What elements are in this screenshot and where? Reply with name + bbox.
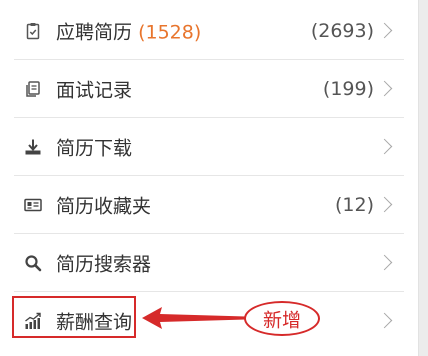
menu-item-label: 简历搜索器 <box>56 253 152 275</box>
chevron-right-icon <box>376 196 393 212</box>
menu-item-resume-download[interactable]: 简历下载 <box>14 118 404 176</box>
menu-item-applications[interactable]: 应聘简历 (1528) (2693) <box>14 2 404 60</box>
clipboard-check-icon <box>24 22 42 40</box>
resume-menu-panel: 应聘简历 (1528) (2693) 面试记录 (199) 简历下载 简历收藏夹… <box>0 0 419 356</box>
menu-item-count: (199) <box>322 77 374 100</box>
chevron-right-icon <box>376 138 393 154</box>
download-icon <box>24 138 42 156</box>
chevron-right-icon <box>376 254 393 270</box>
menu-item-label: 应聘简历 (1528) <box>56 21 202 43</box>
menu-item-resume-favorites[interactable]: 简历收藏夹 (12) <box>14 176 404 234</box>
menu-item-interview-records[interactable]: 面试记录 (199) <box>14 60 404 118</box>
menu-item-salary-query[interactable]: 薪酬查询 <box>14 292 404 349</box>
id-card-icon <box>24 196 42 214</box>
menu-item-label: 薪酬查询 <box>56 311 133 333</box>
menu-item-label: 面试记录 <box>56 79 133 101</box>
document-copy-icon <box>24 80 42 98</box>
bar-chart-trend-icon <box>24 312 42 330</box>
menu-item-count: (2693) <box>310 19 374 42</box>
chevron-right-icon <box>376 312 393 328</box>
chevron-right-icon <box>376 22 393 38</box>
search-icon <box>24 254 42 272</box>
chevron-right-icon <box>376 80 393 96</box>
applications-new-count: (1528) <box>138 21 202 43</box>
menu-item-label: 简历收藏夹 <box>56 195 152 217</box>
menu-item-resume-search[interactable]: 简历搜索器 <box>14 234 404 292</box>
menu-item-label: 简历下载 <box>56 137 133 159</box>
menu-item-count: (12) <box>334 193 374 216</box>
